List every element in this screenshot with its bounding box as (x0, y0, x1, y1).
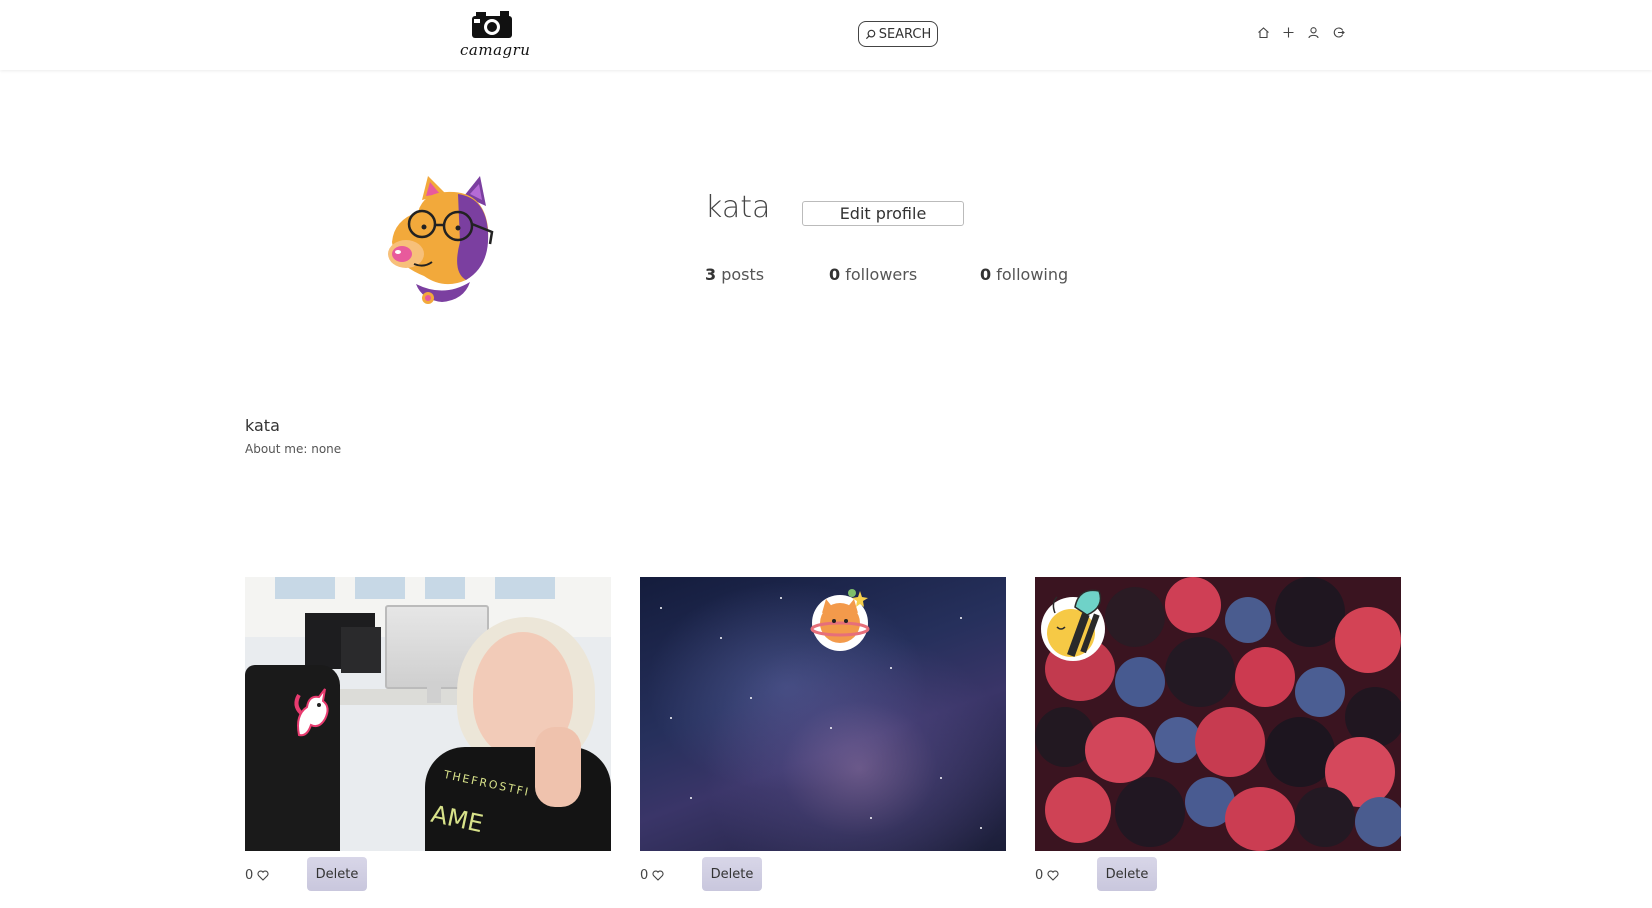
heart-icon[interactable] (257, 870, 269, 881)
following-stat[interactable]: 0 following (980, 265, 1068, 284)
delete-post-button[interactable]: Delete (1097, 857, 1157, 891)
post-card: 0 Delete (640, 577, 1006, 891)
top-navbar: camagru SEARCH (0, 0, 1652, 70)
post-meta: 0 Delete (1035, 857, 1401, 893)
bio-name: kata (245, 416, 280, 435)
bee-sticker-icon (1041, 589, 1105, 661)
post-meta: 0 Delete (245, 857, 611, 893)
post-card: THEFROSTFI AME 0 Delete (245, 577, 611, 891)
nav-icons (1257, 24, 1345, 39)
search-label: SEARCH (878, 26, 932, 42)
logo-wordmark: camagru (460, 41, 531, 59)
like-count: 0 (640, 868, 649, 883)
post-card: 0 Delete (1035, 577, 1401, 891)
profile-username: kata (705, 190, 771, 225)
post-image[interactable] (1035, 577, 1401, 851)
profile-avatar (384, 172, 508, 308)
profile-icon[interactable] (1307, 24, 1320, 39)
followers-stat[interactable]: 0 followers (829, 265, 917, 284)
delete-post-button[interactable]: Delete (307, 857, 367, 891)
following-count: 0 (980, 265, 992, 284)
posts-count: 3 (705, 265, 717, 284)
post-meta: 0 Delete (640, 857, 1006, 893)
following-label: following (996, 265, 1069, 284)
home-icon[interactable] (1257, 24, 1270, 39)
dog-avatar-icon (388, 176, 494, 304)
post-image[interactable]: THEFROSTFI AME (245, 577, 611, 851)
camera-logo-icon (472, 11, 512, 38)
logout-icon[interactable] (1332, 24, 1345, 38)
heart-icon[interactable] (1047, 870, 1059, 881)
unicorn-sticker-icon (294, 688, 329, 737)
followers-label: followers (845, 265, 918, 284)
edit-profile-button[interactable]: Edit profile (802, 201, 964, 226)
posts-label: posts (721, 265, 765, 284)
post-image[interactable] (640, 577, 1006, 851)
like-counter[interactable]: 0 (245, 868, 269, 883)
delete-post-button[interactable]: Delete (702, 857, 762, 891)
search-icon (865, 29, 875, 39)
like-count: 0 (1035, 868, 1044, 883)
like-count: 0 (245, 868, 254, 883)
bio-about: About me: none (245, 442, 342, 456)
cat-planet-sticker-icon (810, 589, 870, 651)
followers-count: 0 (829, 265, 841, 284)
add-post-icon[interactable] (1282, 24, 1295, 38)
like-counter[interactable]: 0 (640, 868, 664, 883)
search-button[interactable]: SEARCH (858, 21, 938, 47)
like-counter[interactable]: 0 (1035, 868, 1059, 883)
heart-icon[interactable] (652, 870, 664, 881)
camagru-logo[interactable]: camagru (456, 10, 531, 64)
posts-stat: 3 posts (705, 265, 764, 284)
